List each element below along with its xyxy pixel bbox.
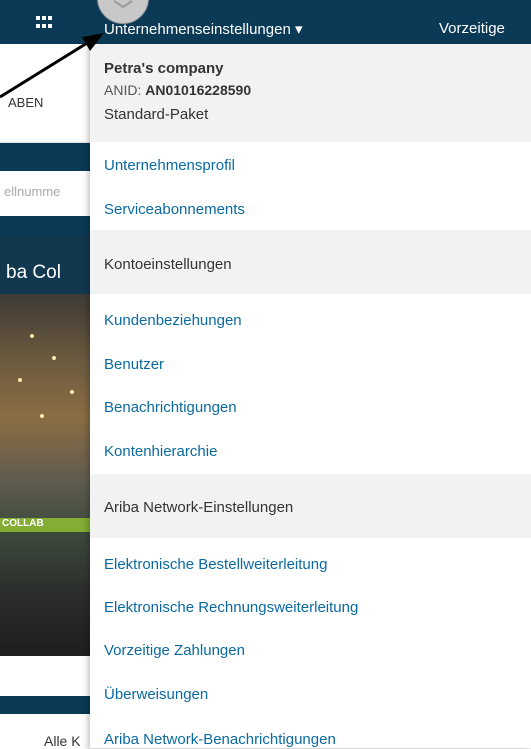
menu-item-electronic-order-routing[interactable]: Elektronische Bestellweiterleitung [104, 556, 327, 573]
section-network-settings: Ariba Network-Einstellungen [90, 474, 531, 538]
company-info-header: Petra's company ANID: AN01016228590 Stan… [90, 44, 531, 142]
menu-item-early-payments[interactable]: Vorzeitige Zahlungen [104, 642, 245, 659]
menu-item-remittances[interactable]: Überweisungen [104, 686, 208, 703]
early-payments-nav-link[interactable]: Vorzeitige [439, 20, 505, 37]
annotation-arrow [0, 33, 104, 99]
anid-value: AN01016228590 [145, 82, 252, 98]
blue-toolbar [0, 143, 90, 171]
menu-item-electronic-invoice-routing[interactable]: Elektronische Rechnungsweiterleitung [104, 599, 358, 616]
menu-item-notifications[interactable]: Benachrichtigungen [104, 399, 237, 416]
menu-item-users[interactable]: Benutzer [104, 356, 164, 373]
menu-item-company-profile[interactable]: Unternehmensprofil [104, 157, 235, 174]
footer-band [0, 696, 90, 714]
section-label: Kontoeinstellungen [104, 256, 232, 273]
menu-item-account-hierarchy[interactable]: Kontenhierarchie [104, 443, 217, 460]
menu-item-network-notifications[interactable]: Ariba Network-Benachrichtigungen [104, 731, 336, 748]
promo-title: ba Col [6, 262, 61, 283]
all-link[interactable]: Alle K [44, 733, 81, 749]
section-label: Ariba Network-Einstellungen [104, 499, 294, 516]
blue-band [0, 216, 90, 234]
promo-photo: COLLAB [0, 294, 90, 656]
company-settings-dropdown: Petra's company ANID: AN01016228590 Stan… [90, 44, 531, 748]
menu-item-customer-relationships[interactable]: Kundenbeziehungen [104, 312, 242, 329]
search-input[interactable]: ellnumme [4, 184, 60, 199]
menu-item-service-subscriptions[interactable]: Serviceabonnements [104, 201, 245, 218]
section-account-settings: Kontoeinstellungen [90, 230, 531, 294]
photo-banner-text: COLLAB [2, 518, 44, 529]
